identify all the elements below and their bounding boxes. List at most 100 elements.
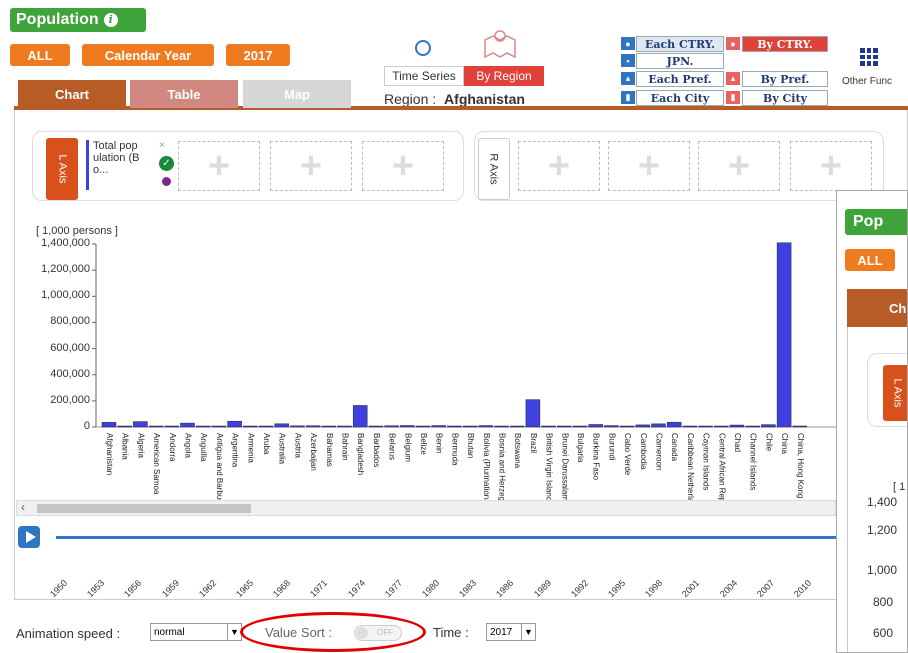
category-label: Bermuda bbox=[450, 433, 459, 466]
bar[interactable] bbox=[792, 425, 808, 428]
bar[interactable] bbox=[321, 425, 337, 428]
scrollbar-thumb[interactable] bbox=[37, 504, 251, 513]
bar[interactable] bbox=[666, 421, 682, 428]
category-label: Benin bbox=[435, 433, 444, 453]
bar[interactable] bbox=[211, 425, 227, 428]
bar[interactable] bbox=[290, 425, 305, 428]
bar[interactable] bbox=[525, 399, 541, 428]
category-label: Burkina Faso bbox=[592, 433, 601, 481]
bar[interactable] bbox=[415, 425, 431, 428]
category-label: Anguilla bbox=[199, 433, 208, 462]
highlight-ellipse bbox=[240, 612, 426, 652]
bar[interactable] bbox=[557, 425, 572, 428]
bar[interactable] bbox=[258, 425, 274, 428]
bar[interactable] bbox=[462, 425, 478, 428]
bar[interactable] bbox=[274, 423, 289, 428]
category-label: Afghanistan bbox=[105, 433, 114, 475]
bar[interactable] bbox=[305, 425, 321, 428]
category-label: Andorra bbox=[168, 433, 177, 462]
bar[interactable] bbox=[164, 425, 180, 428]
chevron-down-icon: ▼ bbox=[521, 624, 535, 640]
scroll-left-icon[interactable]: ‹ bbox=[21, 500, 25, 514]
category-label: Algeria bbox=[136, 433, 145, 458]
timeline-track[interactable] bbox=[56, 536, 836, 539]
overlay-ytick-600: 600 bbox=[873, 626, 894, 640]
bar[interactable] bbox=[572, 425, 588, 428]
category-label: British Virgin Islands bbox=[545, 433, 554, 500]
category-label: Barbados bbox=[372, 433, 381, 467]
category-label: Central African Rep. bbox=[717, 433, 726, 500]
animation-speed-select[interactable]: normal ▼ bbox=[150, 623, 242, 641]
bar[interactable] bbox=[447, 425, 462, 428]
bar[interactable] bbox=[698, 425, 713, 428]
overlay-title: Pop bbox=[853, 213, 884, 230]
category-label: Antigua and Barbuda bbox=[215, 433, 224, 500]
category-label: Bahrain bbox=[341, 433, 350, 461]
category-label: Burundi bbox=[607, 433, 616, 461]
chart-scrollbar[interactable]: ‹ bbox=[16, 500, 836, 516]
category-label: Azerbaijan bbox=[309, 433, 318, 471]
bar[interactable] bbox=[745, 425, 760, 428]
bar[interactable] bbox=[133, 421, 148, 428]
category-label: Aruba bbox=[262, 433, 271, 455]
category-label: Bolivia (Plurinational bbox=[482, 433, 491, 500]
bar[interactable] bbox=[761, 424, 776, 428]
bar[interactable] bbox=[478, 425, 494, 428]
category-label: Canada bbox=[670, 433, 679, 462]
bar[interactable] bbox=[148, 425, 164, 428]
bar[interactable] bbox=[541, 425, 556, 428]
time-value: 2017 bbox=[490, 626, 513, 638]
bar[interactable] bbox=[682, 425, 698, 428]
category-label: Botswana bbox=[513, 433, 522, 469]
category-label: Cayman Islands bbox=[702, 433, 711, 490]
bar[interactable] bbox=[180, 422, 195, 428]
bar[interactable] bbox=[619, 425, 635, 428]
category-label: Belarus bbox=[388, 433, 397, 460]
bar[interactable] bbox=[243, 425, 258, 428]
bar[interactable] bbox=[509, 425, 525, 428]
animation-speed-label: Animation speed : bbox=[16, 626, 121, 641]
category-label: Cambodia bbox=[639, 433, 648, 470]
overlay-tab-chart[interactable]: Ch bbox=[889, 301, 906, 316]
bar[interactable] bbox=[588, 424, 603, 428]
bar[interactable] bbox=[227, 420, 242, 428]
bar[interactable] bbox=[494, 425, 509, 428]
play-icon bbox=[25, 531, 36, 543]
chevron-down-icon: ▼ bbox=[227, 624, 241, 640]
bar[interactable] bbox=[776, 242, 792, 428]
play-button[interactable] bbox=[18, 526, 40, 548]
overlay-ytick-1200: 1,200 bbox=[867, 523, 898, 537]
bar[interactable] bbox=[714, 425, 729, 428]
bar[interactable] bbox=[604, 425, 619, 428]
category-label: Angola bbox=[184, 433, 193, 458]
bar[interactable] bbox=[368, 425, 384, 428]
category-label: Belize bbox=[419, 433, 428, 455]
bar[interactable] bbox=[337, 425, 352, 428]
time-select[interactable]: 2017 ▼ bbox=[486, 623, 536, 641]
overlay-window[interactable]: Pop ALL Ch L Axis [ 1 1,400 1,200 1,000 … bbox=[836, 190, 908, 653]
animation-speed-value: normal bbox=[154, 626, 185, 638]
category-label: Austria bbox=[293, 433, 302, 458]
category-label: Bulgaria bbox=[576, 433, 585, 463]
category-label: Bosnia and Herzeg. bbox=[498, 433, 507, 500]
category-label: Australia bbox=[278, 433, 287, 465]
category-label: Caribbean Netherla. bbox=[686, 433, 695, 500]
bar[interactable] bbox=[101, 422, 117, 428]
bar[interactable] bbox=[729, 424, 745, 428]
category-label: Cameroon bbox=[655, 433, 664, 470]
overlay-tab-bar: Ch bbox=[847, 289, 907, 327]
overlay-all-button[interactable]: ALL bbox=[845, 249, 895, 271]
bar[interactable] bbox=[117, 425, 132, 428]
bar[interactable] bbox=[400, 425, 415, 428]
bar[interactable] bbox=[431, 425, 446, 428]
bar-chart: Afghanistan Albania Algeria American Samoa A… bbox=[92, 242, 836, 500]
bar[interactable] bbox=[195, 425, 211, 428]
category-label: Chile bbox=[764, 433, 773, 452]
bar[interactable] bbox=[352, 405, 368, 428]
overlay-l-axis-button[interactable]: L Axis bbox=[883, 365, 907, 421]
overlay-ytick-1400: 1,400 bbox=[867, 495, 898, 509]
category-label: Chad bbox=[733, 433, 742, 452]
bar[interactable] bbox=[635, 424, 651, 428]
bar[interactable] bbox=[651, 423, 666, 428]
bar[interactable] bbox=[384, 425, 399, 428]
